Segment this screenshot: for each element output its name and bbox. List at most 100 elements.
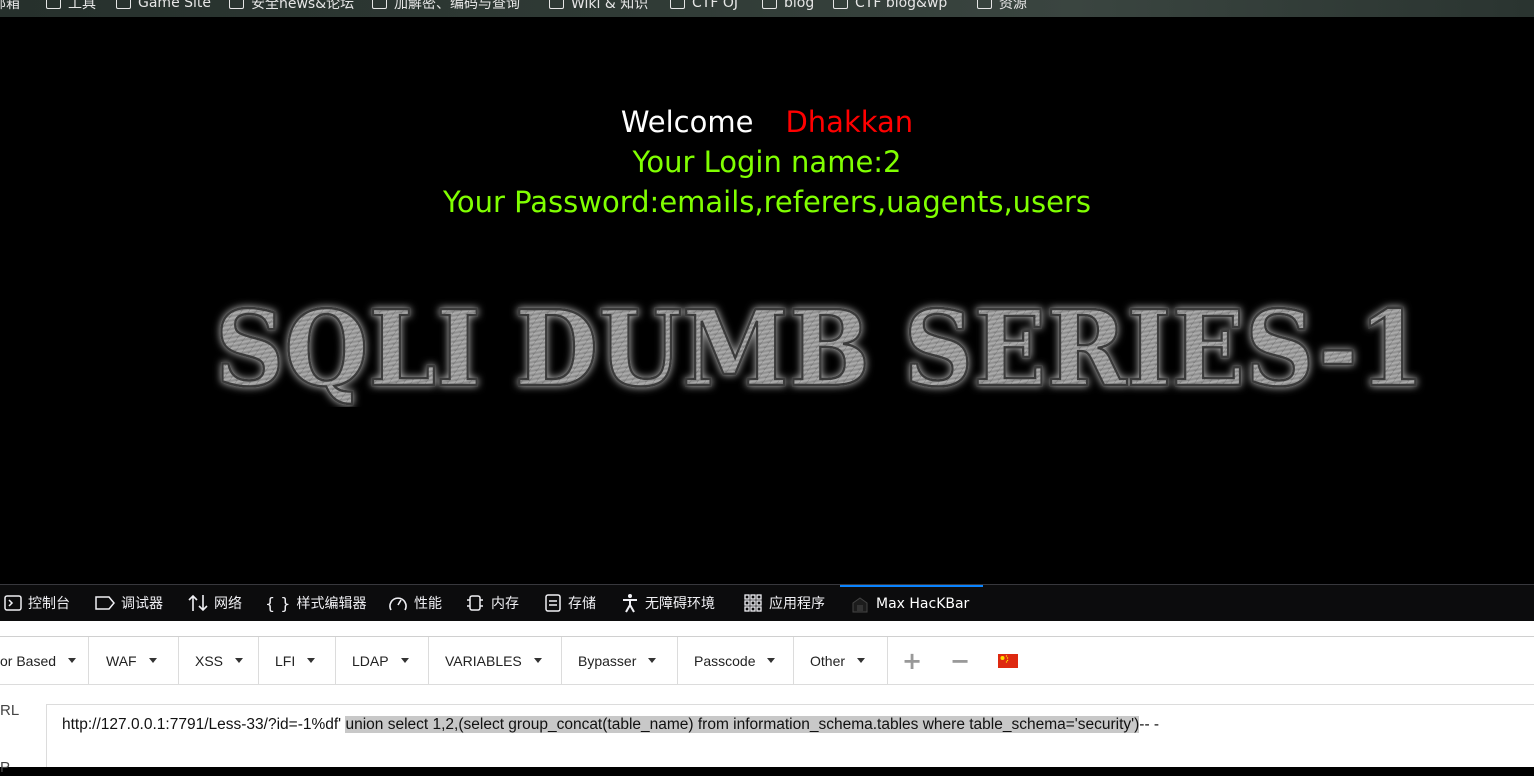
- url-selected-text: union select 1,2,(select group_concat(ta…: [345, 716, 1140, 733]
- folder-icon: [46, 0, 61, 9]
- password-line: Your Password:emails,referers,uagents,us…: [442, 185, 1092, 219]
- tab-memory[interactable]: 内存: [465, 585, 519, 621]
- accessibility-icon: [623, 594, 637, 613]
- bookmark-label: blog: [784, 0, 815, 11]
- url-label: RL: [0, 702, 20, 719]
- tab-label: 样式编辑器: [296, 596, 367, 612]
- bookmark-label: CTF OJ: [692, 0, 738, 11]
- tab-style-editor[interactable]: { } 样式编辑器: [265, 585, 366, 621]
- folder-icon: [372, 0, 387, 9]
- memory-icon: [467, 595, 483, 611]
- plus-icon[interactable]: +: [900, 637, 924, 684]
- panel-spacer: [0, 621, 1534, 637]
- folder-icon: [229, 0, 244, 9]
- menu-label: Passcode: [694, 652, 756, 669]
- china-flag-icon[interactable]: [997, 637, 1019, 684]
- menu-error-based[interactable]: or Based: [0, 637, 89, 684]
- bookmark-label: CTF blog&wp: [855, 0, 948, 11]
- menu-label: or Based: [0, 652, 57, 669]
- tab-storage[interactable]: 存储: [544, 585, 596, 621]
- folder-icon: [762, 0, 777, 9]
- sqli-dumb-series-banner: SQLI DUMB SERIES-1: [214, 297, 1427, 407]
- welcome-line: Welcome Dhakkan: [0, 105, 1534, 139]
- bookmark-ctf-oj[interactable]: CTF OJ: [670, 0, 738, 13]
- menu-bypasser[interactable]: Bypasser: [562, 637, 678, 684]
- storage-icon: [545, 594, 561, 612]
- tab-network[interactable]: 网络: [188, 585, 242, 621]
- chevron-down-icon: [148, 658, 157, 663]
- menu-label: Other: [810, 652, 846, 669]
- tab-label: 控制台: [28, 596, 70, 612]
- tab-label: 调试器: [121, 596, 163, 612]
- bookmark-security-news[interactable]: 安全news&论坛: [229, 0, 354, 13]
- bookmark-blog[interactable]: blog: [762, 0, 814, 13]
- banner-text: SQLI DUMB SERIES-1: [215, 297, 1425, 407]
- menu-waf[interactable]: WAF: [90, 637, 179, 684]
- chevron-down-icon: [533, 658, 542, 663]
- bookmark-label: 工具: [68, 0, 96, 12]
- web-page-content: Welcome Dhakkan Your Login name:2 Your Pa…: [0, 17, 1534, 584]
- menu-label: WAF: [106, 652, 137, 669]
- devtools-tab-bar: 控制台 调试器 网络 { } 样式编辑器 性能 内存 存储 无障碍环境 应用程序…: [0, 584, 1534, 621]
- user-name: Dhakkan: [785, 105, 914, 139]
- menu-other[interactable]: Other: [794, 637, 888, 684]
- bookmark-ctf-blog[interactable]: CTF blog&wp: [833, 0, 947, 13]
- tab-application[interactable]: 应用程序: [743, 585, 825, 621]
- minus-icon[interactable]: −: [948, 637, 972, 684]
- bookmark-resources[interactable]: 资源: [977, 0, 1027, 13]
- bookmark-wiki[interactable]: Wiki & 知识: [549, 0, 648, 13]
- performance-icon: [389, 597, 407, 611]
- tab-label: 内存: [491, 596, 519, 612]
- hackbar-toolbar: or Based WAF XSS LFI LDAP VARIABLES Bypa…: [0, 637, 1534, 685]
- bookmark-label: 邮箱: [0, 0, 20, 12]
- tab-accessibility[interactable]: 无障碍环境: [621, 585, 715, 621]
- chevron-down-icon: [857, 658, 866, 663]
- menu-xss[interactable]: XSS: [179, 637, 259, 684]
- bookmark-label: 资源: [999, 0, 1027, 12]
- tab-label: 无障碍环境: [645, 596, 715, 612]
- chevron-down-icon: [68, 658, 77, 663]
- login-name-line: Your Login name:2: [632, 145, 902, 179]
- tab-label: 应用程序: [769, 596, 825, 612]
- url-prefix: http://127.0.0.1:7791/Less-33/?id=-1%df': [62, 716, 342, 733]
- bookmark-crypto[interactable]: 加解密、编码与查询: [372, 0, 520, 13]
- url-suffix: -- -: [1139, 716, 1160, 733]
- chevron-down-icon: [767, 658, 776, 663]
- bookmark-mail[interactable]: 邮箱: [0, 0, 20, 13]
- hackbar-url-area: RL P http://127.0.0.1:7791/Less-33/?id=-…: [0, 685, 1534, 776]
- bookmark-label: Wiki & 知识: [571, 0, 649, 12]
- flag-graphic: [998, 653, 1018, 668]
- bookmark-tools[interactable]: 工具: [46, 0, 96, 13]
- tab-label: 性能: [414, 596, 442, 612]
- url-input[interactable]: [46, 704, 1534, 767]
- bookmark-game-site[interactable]: Game Site: [116, 0, 211, 13]
- tab-max-hackbar[interactable]: Max HacKBar: [840, 585, 983, 621]
- tab-debugger[interactable]: 调试器: [95, 585, 163, 621]
- application-icon: [744, 594, 762, 612]
- bookmark-label: Game Site: [138, 0, 212, 11]
- hackbar-icon: [852, 597, 868, 613]
- menu-passcode[interactable]: Passcode: [678, 637, 794, 684]
- menu-label: XSS: [195, 652, 224, 669]
- chevron-down-icon: [400, 658, 409, 663]
- folder-icon: [977, 0, 992, 9]
- menu-label: Bypasser: [578, 652, 637, 669]
- folder-icon: [833, 0, 848, 9]
- menu-label: LDAP: [352, 652, 389, 669]
- style-editor-icon: { }: [265, 593, 291, 613]
- menu-label: VARIABLES: [445, 652, 522, 669]
- url-text[interactable]: http://127.0.0.1:7791/Less-33/?id=-1%df'…: [62, 716, 1159, 734]
- tab-label: 存储: [568, 596, 596, 612]
- chevron-down-icon: [648, 658, 657, 663]
- bookmarks-bar: 邮箱 工具 Game Site 安全news&论坛 加解密、编码与查询 Wiki…: [0, 0, 1534, 17]
- menu-variables[interactable]: VARIABLES: [429, 637, 562, 684]
- network-icon: [188, 594, 208, 612]
- welcome-text: Welcome: [620, 105, 754, 139]
- tab-performance[interactable]: 性能: [388, 585, 442, 621]
- chevron-down-icon: [235, 658, 244, 663]
- menu-ldap[interactable]: LDAP: [336, 637, 429, 684]
- debugger-icon: [95, 596, 115, 610]
- menu-lfi[interactable]: LFI: [259, 637, 336, 684]
- tab-label: 网络: [214, 596, 242, 612]
- tab-console[interactable]: 控制台: [4, 585, 70, 621]
